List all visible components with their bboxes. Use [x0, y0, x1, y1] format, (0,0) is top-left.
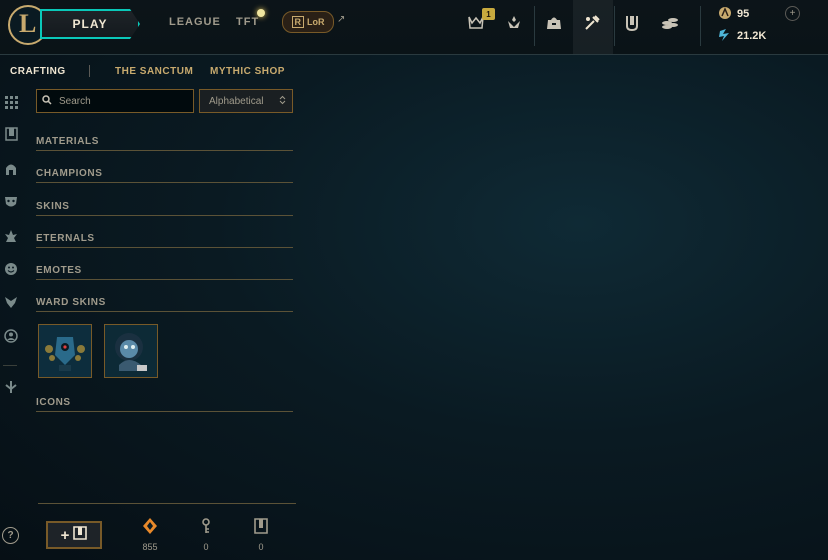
notification-badge: 1 [482, 8, 495, 20]
rp-icon [718, 6, 732, 20]
tab-the-sanctum[interactable]: THE SANCTUM [115, 66, 193, 77]
divider [3, 365, 17, 366]
category-eternals[interactable]: ETERNALS [36, 233, 293, 248]
filter-all-icon[interactable] [2, 93, 20, 111]
category-emotes[interactable]: EMOTES [36, 265, 293, 280]
ward-skin-tile[interactable] [104, 324, 158, 378]
category-skins[interactable]: SKINS [36, 201, 293, 216]
category-ward-skins[interactable]: WARD SKINS [36, 297, 293, 312]
blue-essence-icon [718, 28, 732, 42]
divider [89, 65, 90, 77]
disenchant-filter-icon[interactable] [2, 378, 20, 396]
filter-skins-icon[interactable] [2, 193, 20, 211]
store-icon[interactable] [659, 12, 681, 34]
play-button[interactable]: PLAY [40, 9, 140, 39]
sort-value: Alphabetical [209, 95, 264, 107]
ranked-icon[interactable] [503, 12, 525, 34]
filter-icons-icon[interactable] [2, 327, 20, 345]
dropdown-arrows-icon [279, 95, 286, 108]
tab-crafting[interactable]: CRAFTING [10, 66, 66, 77]
filter-emotes-icon[interactable] [2, 260, 20, 278]
tft-notification-dot [257, 9, 265, 17]
nav-tft[interactable]: TFT [236, 16, 259, 28]
search-icon [37, 94, 57, 108]
ward-chest-icon [73, 526, 88, 544]
external-link-icon: ↗ [337, 14, 346, 25]
help-button[interactable]: ? [2, 527, 19, 544]
crafting-icon[interactable] [581, 12, 603, 34]
search-box[interactable] [36, 89, 194, 113]
key-count: 0 [203, 542, 209, 552]
loot-bag-icon[interactable] [543, 12, 565, 34]
category-materials[interactable]: MATERIALS [36, 136, 293, 151]
sort-dropdown[interactable]: Alphabetical [199, 89, 293, 113]
tab-mythic-shop[interactable]: MYTHIC SHOP [210, 66, 285, 77]
lor-logo-icon: R [291, 16, 304, 28]
buy-rp-button[interactable]: + [785, 6, 800, 21]
filter-materials-icon[interactable] [2, 125, 20, 143]
lor-label: LoR [307, 17, 325, 27]
search-input[interactable] [57, 94, 191, 108]
divider [700, 6, 701, 46]
divider [534, 6, 535, 46]
nav-league[interactable]: LEAGUE [169, 16, 221, 28]
category-icons[interactable]: ICONS [36, 397, 293, 412]
lor-button[interactable]: R LoR [282, 11, 334, 33]
filter-champions-icon[interactable] [2, 160, 20, 178]
collection-icon[interactable] [621, 12, 643, 34]
filter-ward-skins-icon[interactable] [2, 293, 20, 311]
ward-skin-image [105, 325, 157, 377]
orange-essence-count: 855 [142, 542, 158, 552]
chest-count: 0 [258, 542, 264, 552]
divider [614, 6, 615, 46]
ward-skin-image [39, 325, 91, 377]
chest-icon [251, 517, 271, 535]
add-label: + [60, 526, 70, 544]
be-balance: 21.2K [737, 30, 767, 42]
filter-eternals-icon[interactable] [2, 227, 20, 245]
orange-essence-icon [140, 517, 160, 535]
rp-balance: 95 [737, 8, 750, 20]
add-to-loot-button[interactable]: + [46, 521, 102, 549]
divider [38, 503, 296, 504]
key-icon [196, 517, 216, 535]
ward-skin-tile[interactable] [38, 324, 92, 378]
category-champions[interactable]: CHAMPIONS [36, 168, 293, 183]
